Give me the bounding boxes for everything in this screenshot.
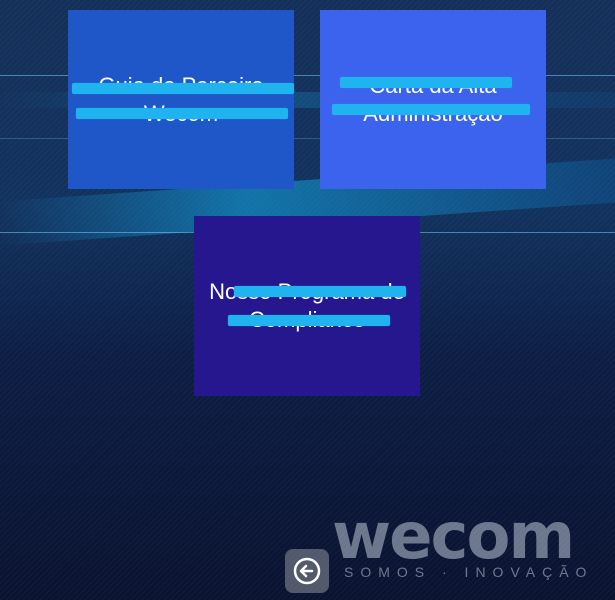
logo-tagline: SOMOS · INOVAÇÃO — [344, 564, 594, 580]
redaction-mark — [72, 83, 294, 94]
redaction-mark — [234, 286, 406, 297]
redaction-mark — [228, 315, 390, 326]
logo-wordmark: wecom — [332, 500, 575, 574]
tile-management-letter[interactable]: Carta da Alta Administração — [320, 10, 546, 189]
arrow-left-circle-icon — [293, 557, 321, 585]
tile-title: Guia do Parceiro Wecom — [81, 72, 281, 128]
wecom-logo: wecom SOMOS · INOVAÇÃO — [332, 500, 602, 588]
back-button[interactable] — [285, 549, 329, 593]
redaction-mark — [76, 108, 288, 119]
tile-compliance-program[interactable]: Nosso Programa de Compliance — [194, 216, 420, 396]
tile-partner-guide[interactable]: Guia do Parceiro Wecom — [68, 10, 294, 189]
redaction-mark — [340, 77, 512, 88]
redaction-mark — [332, 104, 530, 115]
